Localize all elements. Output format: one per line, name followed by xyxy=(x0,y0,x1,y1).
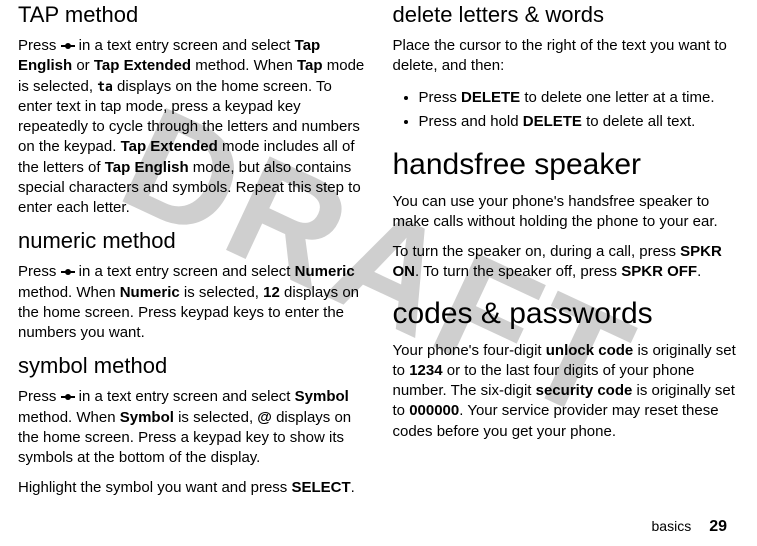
numeric-indicator: 12 xyxy=(263,284,280,301)
text: method. When xyxy=(191,57,297,74)
code-000000: 000000 xyxy=(409,402,459,419)
tap-label: Tap xyxy=(297,57,323,74)
numeric-method-body: Press in a text entry screen and select … xyxy=(18,262,365,343)
tap-method-heading: TAP method xyxy=(18,2,365,28)
text: Press and hold xyxy=(419,113,523,130)
text: Press xyxy=(419,89,462,106)
text: Your phone's four-digit xyxy=(393,342,546,359)
text: in a text entry screen and select xyxy=(75,37,295,54)
tap-extended-label-2: Tap Extended xyxy=(121,138,218,155)
handsfree-p1: You can use your phone's handsfree speak… xyxy=(393,192,740,233)
tap-extended-label: Tap Extended xyxy=(94,57,191,74)
delete-intro: Place the cursor to the right of the tex… xyxy=(393,36,740,77)
text: is selected, xyxy=(180,284,263,301)
handsfree-p2: To turn the speaker on, during a call, p… xyxy=(393,242,740,283)
symbol-method-body-2: Highlight the symbol you want and press … xyxy=(18,478,365,498)
text: to delete one letter at a time. xyxy=(520,89,714,106)
symbol-label-2: Symbol xyxy=(120,409,174,426)
text: in a text entry screen and select xyxy=(75,263,295,280)
text: . To turn the speaker off, press xyxy=(415,263,621,280)
spkr-off-label: SPKR OFF xyxy=(621,263,697,280)
code-1234: 1234 xyxy=(409,362,442,379)
delete-key-label-2: DELETE xyxy=(523,113,582,130)
symbol-method-body-1: Press in a text entry screen and select … xyxy=(18,387,365,468)
text: or xyxy=(72,57,94,74)
delete-key-label: DELETE xyxy=(461,89,520,106)
codes-body: Your phone's four-digit unlock code is o… xyxy=(393,341,740,442)
text: method. When xyxy=(18,284,120,301)
text: Press xyxy=(18,37,61,54)
select-label: SELECT xyxy=(291,479,350,496)
delete-bullet-2: Press and hold DELETE to delete all text… xyxy=(419,111,740,134)
numeric-label: Numeric xyxy=(295,263,355,280)
page-content: TAP method Press in a text entry screen … xyxy=(0,0,757,546)
text: in a text entry screen and select xyxy=(75,388,295,405)
numeric-label-2: Numeric xyxy=(120,284,180,301)
text: method. When xyxy=(18,409,120,426)
text: Press xyxy=(18,388,61,405)
text: is selected, xyxy=(174,409,257,426)
nav-key-icon xyxy=(61,392,75,402)
right-column: delete letters & words Place the cursor … xyxy=(379,0,740,546)
delete-bullet-1: Press DELETE to delete one letter at a t… xyxy=(419,87,740,110)
nav-key-icon xyxy=(61,41,75,51)
delete-heading: delete letters & words xyxy=(393,2,740,28)
left-column: TAP method Press in a text entry screen … xyxy=(18,0,379,546)
symbol-indicator: @ xyxy=(257,409,272,426)
unlock-code-term: unlock code xyxy=(546,342,634,359)
handsfree-heading: handsfree speaker xyxy=(393,148,740,182)
delete-bullets: Press DELETE to delete one letter at a t… xyxy=(393,87,740,134)
text: to delete all text. xyxy=(582,113,695,130)
text: . xyxy=(697,263,701,280)
text: . xyxy=(351,479,355,496)
symbol-label: Symbol xyxy=(295,388,349,405)
security-code-term: security code xyxy=(536,382,633,399)
numeric-method-heading: numeric method xyxy=(18,228,365,254)
nav-key-icon xyxy=(61,267,75,277)
text: Press xyxy=(18,263,61,280)
text: To turn the speaker on, during a call, p… xyxy=(393,243,681,260)
codes-heading: codes & passwords xyxy=(393,297,740,331)
text: Highlight the symbol you want and press xyxy=(18,479,291,496)
tap-method-body: Press in a text entry screen and select … xyxy=(18,36,365,218)
symbol-method-heading: symbol method xyxy=(18,353,365,379)
tap-mode-icon: ta xyxy=(97,79,113,97)
tap-english-label-2: Tap English xyxy=(105,159,189,176)
